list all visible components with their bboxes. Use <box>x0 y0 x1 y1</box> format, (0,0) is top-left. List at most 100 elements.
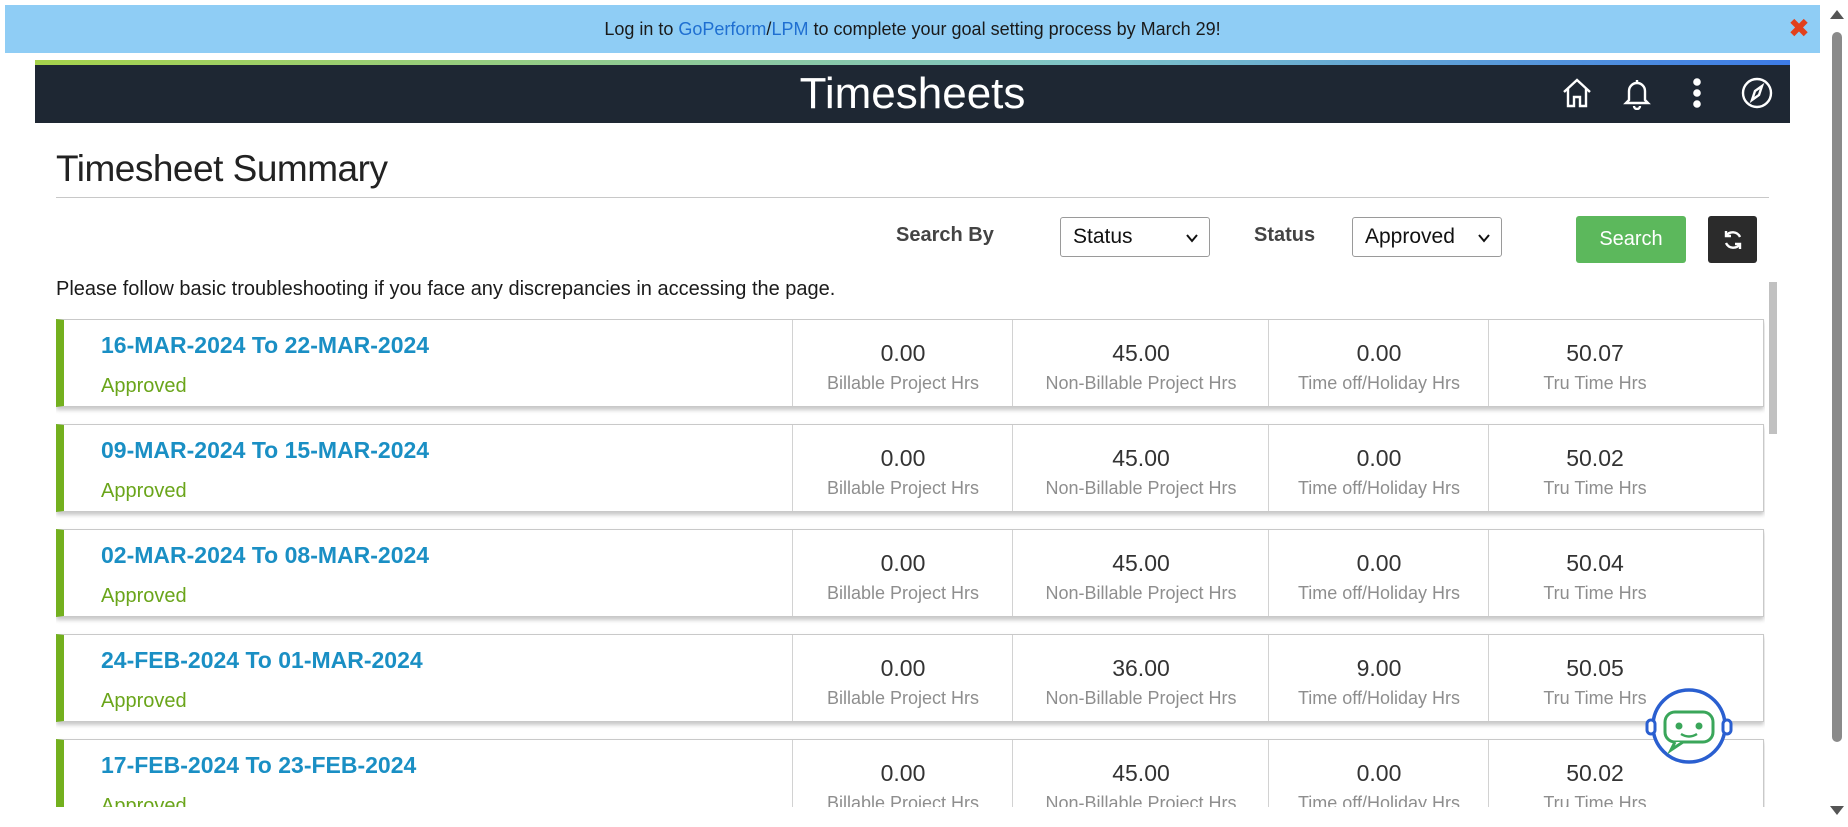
hours-caption: Time off/Holiday Hrs <box>1297 793 1461 807</box>
banner-text-after: to complete your goal setting process by… <box>813 18 1221 39</box>
hours-cell-tru-time: 50.07 Tru Time Hrs <box>1488 320 1701 406</box>
announcement-banner: Log in to GoPerform / LPM to complete yo… <box>5 5 1820 53</box>
hours-caption: Tru Time Hrs <box>1543 793 1647 807</box>
hours-caption: Tru Time Hrs <box>1543 478 1647 498</box>
hours-caption: Non-Billable Project Hrs <box>1045 373 1237 393</box>
hours-value: 0.00 <box>1356 340 1402 366</box>
banner-text-before: Log in to <box>604 18 674 39</box>
hours-cell-billable: 0.00 Billable Project Hrs <box>792 320 1013 406</box>
bell-icon[interactable] <box>1618 73 1656 113</box>
refresh-icon <box>1724 230 1741 249</box>
hours-cell-billable: 0.00 Billable Project Hrs <box>792 530 1013 616</box>
hours-cell-billable: 0.00 Billable Project Hrs <box>792 635 1013 721</box>
hours-caption: Billable Project Hrs <box>826 688 980 708</box>
hours-caption: Tru Time Hrs <box>1543 373 1647 393</box>
hours-value: 0.00 <box>1356 550 1402 576</box>
hours-cell-non-billable: 45.00 Non-Billable Project Hrs <box>1012 530 1269 616</box>
home-icon[interactable] <box>1558 73 1596 113</box>
timesheet-status: Approved <box>101 375 187 397</box>
hours-value: 45.00 <box>1112 550 1170 576</box>
window-scrollbar[interactable] <box>1826 0 1848 827</box>
timesheet-status: Approved <box>101 585 187 607</box>
chatbot-button[interactable] <box>1643 686 1735 766</box>
timesheet-row[interactable]: 09-MAR-2024 To 15-MAR-2024 Approved 0.00 Bi… <box>56 424 1764 512</box>
scroll-down-arrow[interactable] <box>1830 806 1844 815</box>
hours-value: 0.00 <box>880 445 926 471</box>
chatbot-icon <box>1645 688 1733 764</box>
timesheet-status: Approved <box>101 690 187 712</box>
search-by-label: Search By <box>896 224 994 246</box>
hours-caption: Non-Billable Project Hrs <box>1045 688 1237 708</box>
hours-value: 0.00 <box>880 340 926 366</box>
hours-caption: Billable Project Hrs <box>826 793 980 807</box>
hours-caption: Time off/Holiday Hrs <box>1297 688 1461 708</box>
hours-value: 50.02 <box>1566 445 1624 471</box>
timesheet-row[interactable]: 02-MAR-2024 To 08-MAR-2024 Approved 0.00 Bi… <box>56 529 1764 617</box>
status-select[interactable]: Approved <box>1352 217 1502 257</box>
goperform-link[interactable]: GoPerform <box>678 19 766 40</box>
more-vertical-icon[interactable] <box>1678 73 1716 113</box>
search-by-value: Status <box>1073 225 1133 248</box>
scroll-up-arrow[interactable] <box>1830 10 1844 19</box>
hours-caption: Non-Billable Project Hrs <box>1045 583 1237 603</box>
hours-cell-time-off: 9.00 Time off/Holiday Hrs <box>1268 635 1489 721</box>
hours-value: 50.04 <box>1566 550 1624 576</box>
hours-caption: Time off/Holiday Hrs <box>1297 583 1461 603</box>
troubleshooting-note: Please follow basic troubleshooting if y… <box>56 278 836 300</box>
title-divider <box>56 197 1769 198</box>
hours-value: 36.00 <box>1112 655 1170 681</box>
hours-cell-time-off: 0.00 Time off/Holiday Hrs <box>1268 740 1489 807</box>
chevron-down-icon <box>1186 234 1198 243</box>
hours-value: 0.00 <box>1356 760 1402 786</box>
hours-value: 0.00 <box>880 655 926 681</box>
page-title: Timesheet Summary <box>56 148 388 189</box>
chevron-down-icon <box>1478 234 1490 243</box>
hours-value: 0.00 <box>1356 445 1402 471</box>
hours-cell-time-off: 0.00 Time off/Holiday Hrs <box>1268 425 1489 511</box>
hours-cell-non-billable: 45.00 Non-Billable Project Hrs <box>1012 740 1269 807</box>
timesheet-row[interactable]: 17-FEB-2024 To 23-FEB-2024 Approved 0.00 Bi… <box>56 739 1764 807</box>
timesheet-list: 16-MAR-2024 To 22-MAR-2024 Approved 0.00 Bi… <box>56 319 1765 807</box>
hours-caption: Billable Project Hrs <box>826 583 980 603</box>
hours-caption: Time off/Holiday Hrs <box>1297 373 1461 393</box>
scroll-thumb[interactable] <box>1832 32 1842 742</box>
search-by-select[interactable]: Status <box>1060 217 1210 257</box>
close-icon[interactable]: ✖ <box>1786 15 1812 41</box>
hours-cell-non-billable: 45.00 Non-Billable Project Hrs <box>1012 320 1269 406</box>
status-label: Status <box>1254 224 1316 246</box>
app-title: Timesheets <box>799 69 1026 118</box>
list-scrollbar[interactable] <box>1769 282 1777 434</box>
compass-icon[interactable] <box>1738 73 1776 113</box>
hours-cell-non-billable: 36.00 Non-Billable Project Hrs <box>1012 635 1269 721</box>
status-select-value: Approved <box>1365 225 1455 248</box>
hours-value: 45.00 <box>1112 760 1170 786</box>
hours-value: 9.00 <box>1356 655 1402 681</box>
hours-cell-billable: 0.00 Billable Project Hrs <box>792 425 1013 511</box>
timesheet-period-link[interactable]: 16-MAR-2024 To 22-MAR-2024 <box>101 332 429 359</box>
timesheet-period-link[interactable]: 24-FEB-2024 To 01-MAR-2024 <box>101 647 423 674</box>
hours-caption: Billable Project Hrs <box>826 478 980 498</box>
timesheet-status: Approved <box>101 480 187 502</box>
hours-caption: Non-Billable Project Hrs <box>1045 478 1237 498</box>
app-header: Timesheets <box>35 65 1790 123</box>
timesheet-row[interactable]: 24-FEB-2024 To 01-MAR-2024 Approved 0.00 Bi… <box>56 634 1764 722</box>
hours-value: 0.00 <box>880 760 926 786</box>
hours-caption: Tru Time Hrs <box>1543 583 1647 603</box>
timesheet-period-link[interactable]: 17-FEB-2024 To 23-FEB-2024 <box>101 752 416 779</box>
hours-caption: Non-Billable Project Hrs <box>1045 793 1237 807</box>
refresh-button[interactable] <box>1708 216 1757 263</box>
hours-cell-billable: 0.00 Billable Project Hrs <box>792 740 1013 807</box>
hours-value: 0.00 <box>880 550 926 576</box>
hours-cell-tru-time: 50.02 Tru Time Hrs <box>1488 425 1701 511</box>
hours-cell-tru-time: 50.04 Tru Time Hrs <box>1488 530 1701 616</box>
search-button[interactable]: Search <box>1576 216 1686 263</box>
timesheet-row[interactable]: 16-MAR-2024 To 22-MAR-2024 Approved 0.00 Bi… <box>56 319 1764 407</box>
lpm-link[interactable]: LPM <box>771 19 808 40</box>
timesheet-status: Approved <box>101 795 187 807</box>
hours-cell-time-off: 0.00 Time off/Holiday Hrs <box>1268 320 1489 406</box>
timesheet-period-link[interactable]: 09-MAR-2024 To 15-MAR-2024 <box>101 437 429 464</box>
hours-cell-time-off: 0.00 Time off/Holiday Hrs <box>1268 530 1489 616</box>
timesheet-period-link[interactable]: 02-MAR-2024 To 08-MAR-2024 <box>101 542 429 569</box>
hours-cell-non-billable: 45.00 Non-Billable Project Hrs <box>1012 425 1269 511</box>
hours-caption: Billable Project Hrs <box>826 373 980 393</box>
